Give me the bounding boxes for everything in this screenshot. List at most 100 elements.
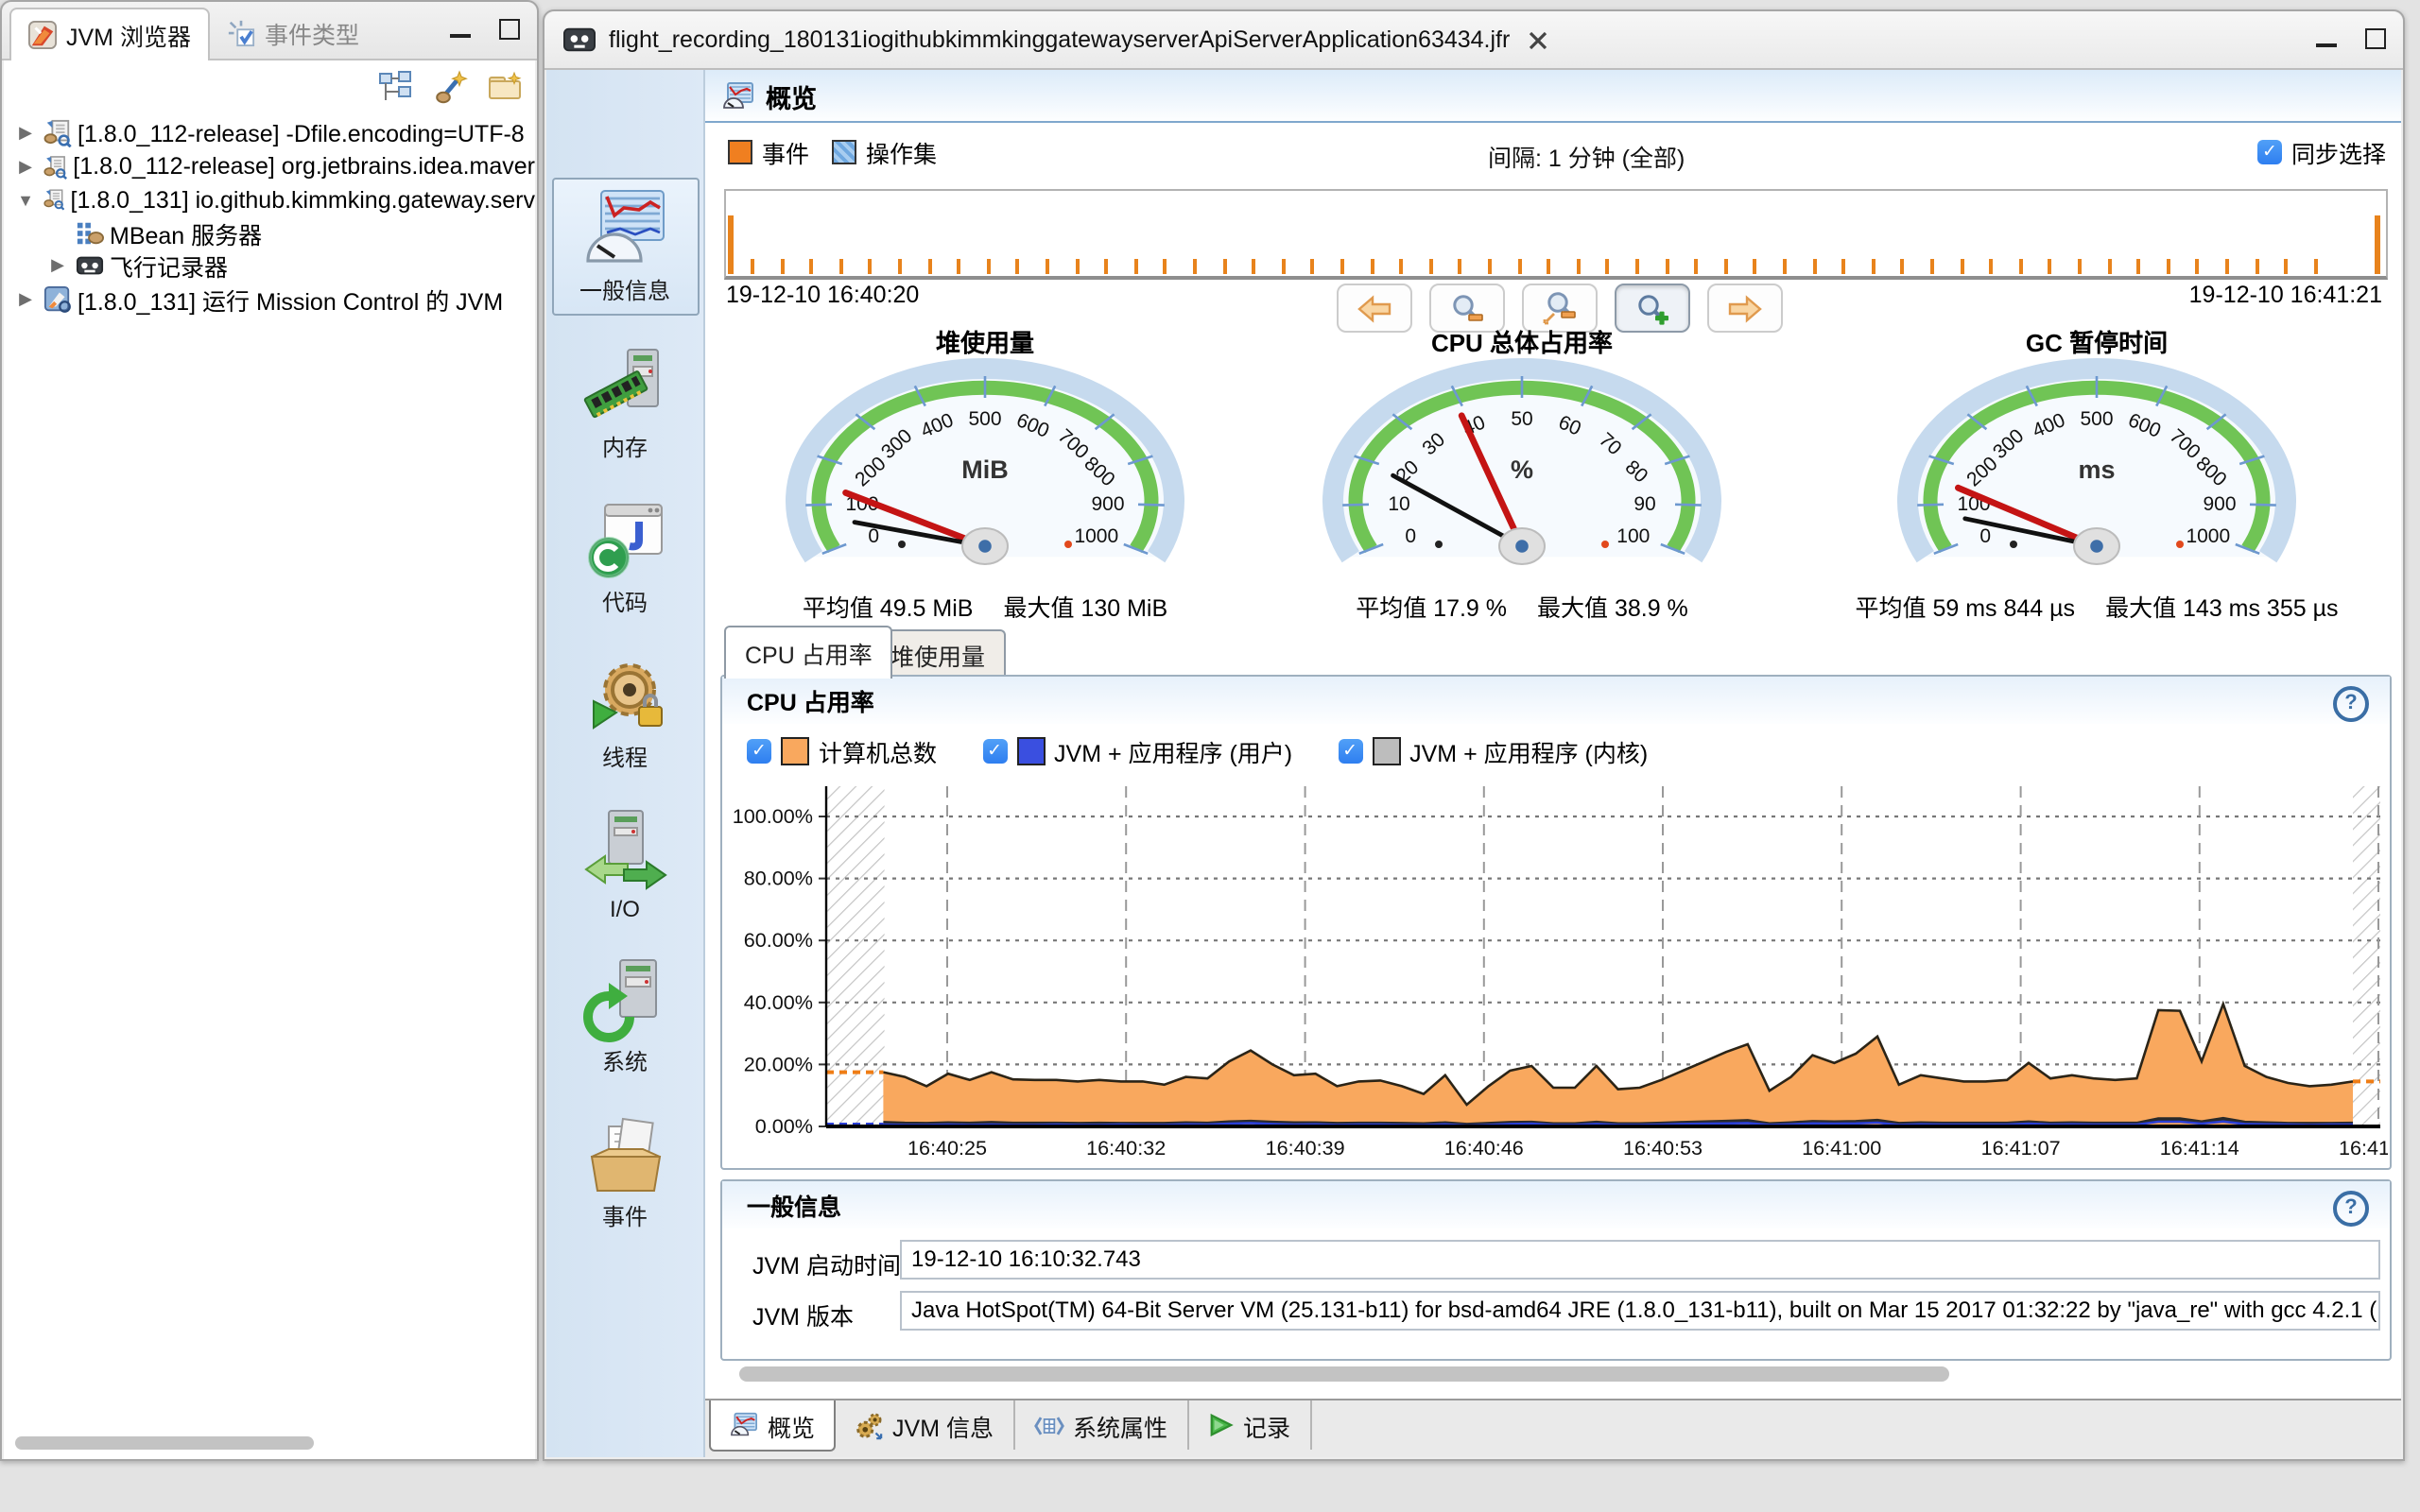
event-tick bbox=[1754, 259, 1757, 274]
event-tick bbox=[2048, 259, 2052, 274]
event-tick bbox=[1783, 259, 1787, 274]
jvm-browser-body: ▶ [1.8.0_112-release] -Dfile.encoding=UT… bbox=[4, 60, 535, 1459]
gauge-red-marker bbox=[1601, 541, 1609, 548]
event-tick bbox=[1134, 259, 1138, 274]
event-tick bbox=[1429, 259, 1433, 274]
maximize-icon[interactable] bbox=[2365, 28, 2386, 49]
tree-item-jvm-2[interactable]: ▶ [1.8.0_112-release] org.jetbrains.idea… bbox=[4, 150, 535, 183]
threads-icon bbox=[581, 652, 668, 739]
jvm-browser-window: JVM 浏览器 事件类型 bbox=[0, 0, 539, 1461]
general-info-section: 一般信息 ? JVM 启动时间 19-12-10 16:10:32.743 JV… bbox=[720, 1179, 2392, 1361]
maximize-icon[interactable] bbox=[499, 19, 520, 40]
event-tick bbox=[1222, 259, 1226, 274]
events-key[interactable]: 事件 bbox=[728, 134, 809, 170]
tab-system-properties[interactable]: 系统属性 bbox=[1014, 1400, 1188, 1450]
gauge-title: GC 暂停时间 bbox=[1832, 323, 2361, 357]
tree-item-flight-recorder[interactable]: ▶ 飞行记录器 bbox=[4, 249, 535, 283]
gauge-avg: 平均值 59 ms 844 µs bbox=[1856, 595, 2076, 622]
tab-overview[interactable]: 概览 bbox=[709, 1400, 836, 1452]
minimize-icon[interactable] bbox=[2316, 43, 2337, 46]
minimize-icon[interactable] bbox=[450, 33, 471, 37]
tree-item-label: 飞行记录器 bbox=[110, 249, 228, 284]
cpu-usage-chart[interactable]: 16:40:2516:40:3216:40:3916:40:4616:40:53… bbox=[728, 769, 2388, 1159]
help-icon[interactable]: ? bbox=[2333, 686, 2369, 722]
gauge-title: CPU 总体占用率 bbox=[1257, 323, 1787, 357]
event-tick bbox=[1104, 259, 1108, 274]
horizontal-scrollbar-thumb[interactable] bbox=[15, 1436, 314, 1450]
legend-checkbox[interactable]: ✓ bbox=[747, 739, 771, 764]
expander-icon[interactable]: ▶ bbox=[13, 157, 38, 178]
event-tick bbox=[898, 259, 902, 274]
close-icon[interactable] bbox=[1527, 29, 1547, 50]
expander-icon[interactable]: ▶ bbox=[45, 256, 70, 277]
gauge-max: 最大值 38.9 % bbox=[1537, 595, 1688, 622]
expander-icon[interactable]: ▶ bbox=[13, 289, 38, 310]
event-tick bbox=[2078, 259, 2082, 274]
jvm-connection-icon bbox=[43, 120, 72, 148]
new-jvm-connection-button[interactable] bbox=[429, 66, 471, 108]
gauge-tick bbox=[1138, 505, 1165, 506]
sidebar-item-io[interactable]: I/O bbox=[553, 807, 697, 922]
event-tick bbox=[1370, 259, 1374, 274]
sidebar-item-system[interactable]: 系统 bbox=[553, 956, 697, 1077]
sidebar-item-threads[interactable]: 线程 bbox=[553, 652, 697, 773]
gauge-tick bbox=[805, 505, 832, 506]
help-icon[interactable]: ? bbox=[2333, 1191, 2369, 1227]
gauge-tick bbox=[1342, 505, 1369, 506]
tree-item-jvm-1[interactable]: ▶ [1.8.0_112-release] -Dfile.encoding=UT… bbox=[4, 117, 535, 150]
tree-item-jvm-3[interactable]: ▼ [1.8.0_131] io.github.kimmking.gateway… bbox=[4, 183, 535, 216]
event-tick bbox=[1901, 259, 1905, 274]
event-tick bbox=[1459, 259, 1462, 274]
tab-jvm-information[interactable]: JVM 信息 bbox=[836, 1400, 1014, 1450]
sidebar-item-memory[interactable]: 内存 bbox=[553, 342, 697, 463]
sidebar-item-label: 内存 bbox=[602, 431, 648, 463]
event-tick bbox=[1075, 259, 1079, 274]
legend-jvm-kernel: ✓ JVM + 应用程序 (内核) bbox=[1338, 733, 1648, 769]
general-info-icon bbox=[581, 185, 668, 272]
tab-recording[interactable]: 记录 bbox=[1188, 1400, 1311, 1450]
sidebar-item-label: 事件 bbox=[602, 1200, 648, 1232]
tree-item-mbean-server[interactable]: MBean 服务器 bbox=[4, 216, 535, 249]
event-tick bbox=[1340, 259, 1344, 274]
tab-jvm-browser[interactable]: JVM 浏览器 bbox=[9, 8, 210, 62]
legend-checkbox[interactable]: ✓ bbox=[982, 739, 1007, 764]
event-tick bbox=[839, 259, 843, 274]
tree-layout-button[interactable] bbox=[374, 66, 416, 108]
zoom-selection-icon bbox=[1542, 291, 1578, 325]
timeline-range-selector[interactable] bbox=[724, 189, 2388, 280]
new-folder-button[interactable] bbox=[484, 66, 526, 108]
tab-event-types[interactable]: 事件类型 bbox=[210, 8, 376, 59]
sync-checkbox[interactable]: ✓ bbox=[2257, 140, 2282, 164]
gauge-hub-center bbox=[2090, 540, 2103, 553]
jvm-version-field[interactable]: Java HotSpot(TM) 64-Bit Server VM (25.13… bbox=[900, 1291, 2380, 1331]
sidebar-item-label: 代码 bbox=[602, 586, 648, 618]
system-properties-icon bbox=[1033, 1413, 1063, 1437]
post-recording-hatch bbox=[2353, 786, 2380, 1126]
sidebar-item-events[interactable]: 事件 bbox=[553, 1111, 697, 1232]
event-tick bbox=[1164, 259, 1167, 274]
mbean-server-icon bbox=[76, 219, 104, 248]
event-tick bbox=[1694, 259, 1698, 274]
range-end-time: 19-12-10 16:41:21 bbox=[2189, 282, 2382, 308]
sidebar-item-general-info[interactable]: 一般信息 bbox=[551, 178, 699, 316]
gauge-tick-label: 50 bbox=[1511, 408, 1532, 430]
gauge-unit-label: MiB bbox=[961, 455, 1009, 484]
y-tick-label: 0.00% bbox=[755, 1114, 813, 1138]
tab-cpu-usage[interactable]: CPU 占用率 bbox=[724, 626, 893, 679]
sidebar-item-code[interactable]: 代码 bbox=[553, 497, 697, 618]
event-tick bbox=[780, 259, 784, 274]
page-horizontal-scrollbar-thumb[interactable] bbox=[739, 1366, 1949, 1382]
gauge-stats: 平均值 49.5 MiB最大值 130 MiB bbox=[720, 588, 1250, 624]
gauge-red-marker bbox=[1064, 541, 1072, 548]
page-tabbar: 概览 JVM 信息 系统属性 记录 bbox=[705, 1399, 2401, 1457]
event-tick bbox=[2375, 215, 2380, 274]
jvm-start-time-field[interactable]: 19-12-10 16:10:32.743 bbox=[900, 1240, 2380, 1280]
legend-checkbox[interactable]: ✓ bbox=[1338, 739, 1362, 764]
event-tick bbox=[987, 259, 991, 274]
expander-icon[interactable]: ▼ bbox=[13, 191, 38, 210]
expander-icon[interactable]: ▶ bbox=[13, 124, 38, 145]
tree-item-mc-jvm[interactable]: ▶ [1.8.0_131] 运行 Mission Control 的 JVM bbox=[4, 283, 535, 316]
opset-key[interactable]: 操作集 bbox=[832, 134, 937, 170]
editor-tab-title[interactable]: flight_recording_180131iogithubkimmkingg… bbox=[609, 26, 1510, 53]
gauge-avg: 平均值 49.5 MiB bbox=[803, 595, 974, 622]
